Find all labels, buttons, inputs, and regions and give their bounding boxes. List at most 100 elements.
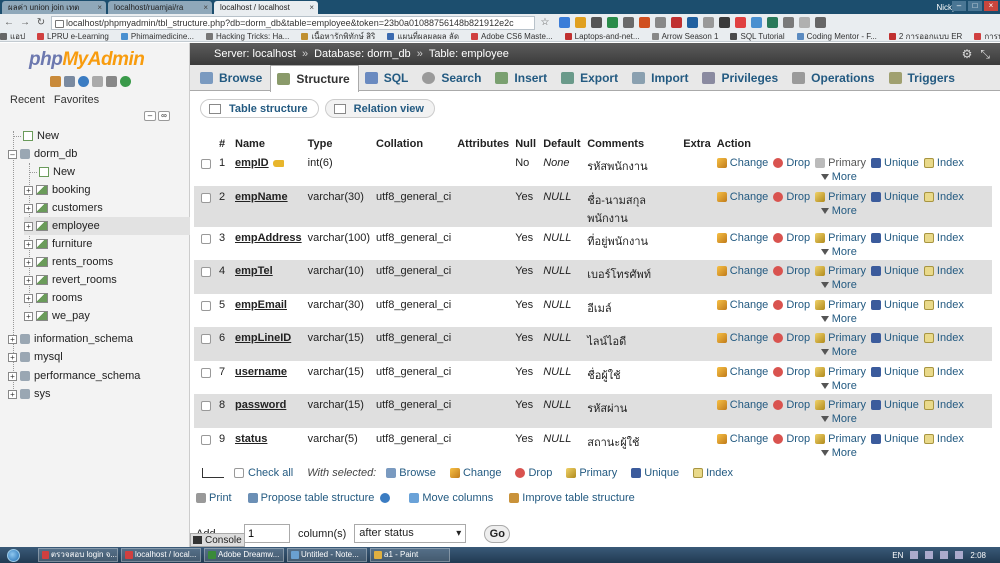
back-icon[interactable]: ← bbox=[3, 17, 15, 29]
extension-icon[interactable] bbox=[655, 17, 666, 28]
change-action[interactable]: Change bbox=[716, 433, 768, 445]
bookmark-item[interactable]: แผนที่ผลผลผล ลัด bbox=[387, 31, 459, 41]
bookmark-item[interactable]: Arrow Season 1 bbox=[651, 32, 718, 41]
tree-item-rents-rooms[interactable]: + rents_rooms bbox=[24, 253, 113, 271]
extension-icon[interactable] bbox=[751, 17, 762, 28]
tab-browse[interactable]: Browse bbox=[194, 65, 270, 91]
unique-action[interactable]: Unique bbox=[871, 366, 919, 378]
move-columns-link[interactable]: Move columns bbox=[409, 492, 493, 504]
tab-import[interactable]: Import bbox=[626, 65, 696, 91]
column-count-input[interactable] bbox=[244, 524, 290, 543]
change-action[interactable]: Change bbox=[716, 232, 768, 244]
tree-item-rooms[interactable]: + rooms bbox=[24, 289, 83, 307]
reload-nav-icon[interactable] bbox=[120, 76, 131, 87]
browser-tab[interactable]: localhost/ruamjai/ra × bbox=[108, 1, 212, 14]
extension-icon[interactable] bbox=[559, 17, 570, 28]
primary-action[interactable]: Primary bbox=[815, 265, 866, 277]
tree-item-information-schema[interactable]: + information_schema bbox=[8, 330, 133, 348]
extension-icon[interactable] bbox=[687, 17, 698, 28]
bulk-unique-button[interactable]: Unique bbox=[631, 467, 679, 479]
drop-action[interactable]: Drop bbox=[773, 191, 810, 203]
tree-item-sys[interactable]: + sys bbox=[8, 385, 51, 403]
favorites-tab[interactable]: Favorites bbox=[54, 94, 99, 106]
tree-item-mysql[interactable]: + mysql bbox=[8, 348, 63, 366]
network-icon[interactable] bbox=[925, 551, 934, 559]
tree-item-customers[interactable]: + customers bbox=[24, 199, 103, 217]
primary-action[interactable]: Primary bbox=[815, 433, 866, 445]
tab-search[interactable]: Search bbox=[416, 65, 489, 91]
drop-action[interactable]: Drop bbox=[773, 157, 810, 169]
reload-icon[interactable]: ↻ bbox=[35, 17, 47, 29]
recent-tab[interactable]: Recent bbox=[10, 94, 45, 106]
more-action[interactable]: More bbox=[820, 447, 984, 459]
tab-insert[interactable]: Insert bbox=[489, 65, 555, 91]
taskbar-item[interactable]: Untitled - Note... bbox=[287, 548, 367, 562]
propose-structure-link[interactable]: Propose table structure bbox=[247, 492, 394, 504]
change-action[interactable]: Change bbox=[716, 299, 768, 311]
change-action[interactable]: Change bbox=[716, 399, 768, 411]
go-button[interactable]: Go bbox=[484, 524, 511, 543]
bulk-browse-button[interactable]: Browse bbox=[386, 467, 436, 479]
forward-icon[interactable]: → bbox=[19, 17, 31, 29]
bookmark-item[interactable]: SQL Tutorial bbox=[730, 32, 785, 41]
tree-item-revert-rooms[interactable]: + revert_rooms bbox=[24, 271, 117, 289]
logout-icon[interactable] bbox=[64, 76, 75, 87]
maximize-icon[interactable]: □ bbox=[968, 1, 982, 11]
extension-icon[interactable] bbox=[623, 17, 634, 28]
primary-action[interactable]: Primary bbox=[815, 332, 866, 344]
breadcrumb-server[interactable]: Server: localhost bbox=[214, 48, 296, 60]
breadcrumb-database[interactable]: Database: dorm_db bbox=[314, 48, 411, 60]
drop-action[interactable]: Drop bbox=[773, 265, 810, 277]
subtab-table-structure[interactable]: Table structure bbox=[200, 99, 319, 118]
more-action[interactable]: More bbox=[820, 413, 984, 425]
tree-item-we-pay[interactable]: + we_pay bbox=[24, 307, 90, 325]
home-icon[interactable] bbox=[50, 76, 61, 87]
settings-icon[interactable] bbox=[106, 76, 117, 87]
docs-icon[interactable] bbox=[92, 76, 103, 87]
tab-operations[interactable]: Operations bbox=[786, 65, 882, 91]
more-action[interactable]: More bbox=[820, 205, 984, 217]
extension-icon[interactable] bbox=[671, 17, 682, 28]
primary-action[interactable]: Primary bbox=[815, 366, 866, 378]
row-checkbox[interactable] bbox=[201, 300, 211, 311]
bulk-drop-button[interactable]: Drop bbox=[515, 467, 552, 479]
row-checkbox[interactable] bbox=[201, 233, 211, 244]
tab-structure[interactable]: Structure bbox=[270, 65, 359, 92]
close-icon[interactable]: × bbox=[97, 1, 102, 14]
bulk-index-button[interactable]: Index bbox=[693, 467, 733, 479]
tree-item-booking[interactable]: + booking bbox=[24, 181, 91, 199]
tab-export[interactable]: Export bbox=[555, 65, 626, 91]
index-action[interactable]: Index bbox=[923, 433, 964, 445]
browser-tab-active[interactable]: localhost / localhost × bbox=[214, 1, 318, 14]
unique-action[interactable]: Unique bbox=[871, 157, 919, 169]
column-position-select[interactable]: after status bbox=[354, 524, 467, 543]
browser-tab[interactable]: ผลค่า union join เทต × bbox=[2, 1, 106, 14]
expand-icon[interactable]: + bbox=[24, 275, 33, 285]
unique-action[interactable]: Unique bbox=[871, 332, 919, 344]
unique-action[interactable]: Unique bbox=[871, 191, 919, 203]
tray-icon[interactable] bbox=[910, 551, 919, 559]
tree-item-furniture[interactable]: + furniture bbox=[24, 235, 92, 253]
star-icon[interactable]: ☆ bbox=[539, 17, 551, 29]
language-indicator[interactable]: EN bbox=[892, 551, 903, 560]
more-action[interactable]: More bbox=[820, 279, 984, 291]
change-action[interactable]: Change bbox=[716, 332, 768, 344]
tab-privileges[interactable]: Privileges bbox=[696, 65, 786, 91]
extension-icon[interactable] bbox=[703, 17, 714, 28]
more-action[interactable]: More bbox=[820, 313, 984, 325]
extension-icon[interactable] bbox=[639, 17, 650, 28]
unique-action[interactable]: Unique bbox=[871, 232, 919, 244]
improve-structure-link[interactable]: Improve table structure bbox=[509, 492, 635, 504]
extension-icon[interactable] bbox=[607, 17, 618, 28]
bookmark-item[interactable]: Hacking Tricks: Ha... bbox=[206, 32, 289, 41]
taskbar-item[interactable]: Adobe Dreamw... bbox=[204, 548, 284, 562]
collapse-panel-icon[interactable]: ⤡ bbox=[980, 47, 990, 62]
change-action[interactable]: Change bbox=[716, 191, 768, 203]
row-checkbox[interactable] bbox=[201, 401, 211, 411]
index-action[interactable]: Index bbox=[923, 265, 964, 277]
print-link[interactable]: Print bbox=[196, 492, 232, 504]
bulk-primary-button[interactable]: Primary bbox=[566, 467, 617, 479]
bookmark-item[interactable]: 2 การออกแบบ ER bbox=[888, 31, 962, 41]
expand-icon[interactable]: + bbox=[8, 389, 17, 399]
extension-icon[interactable] bbox=[575, 17, 586, 28]
